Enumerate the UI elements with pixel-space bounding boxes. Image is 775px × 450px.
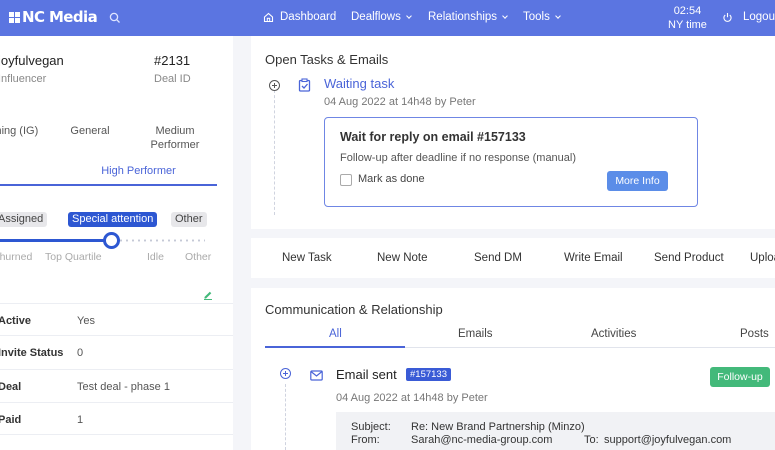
mark-done-checkbox[interactable] bbox=[340, 174, 352, 186]
nav-dealflows[interactable]: Dealflows bbox=[351, 11, 412, 23]
logout-label: Logout bbox=[743, 11, 775, 23]
detail-row-divider bbox=[0, 434, 233, 450]
tab-all[interactable]: All bbox=[329, 328, 342, 340]
detail-row: Paid 1 bbox=[0, 402, 233, 434]
write-email-button[interactable]: Write Email bbox=[564, 252, 623, 264]
home-icon bbox=[263, 12, 274, 22]
detail-row: Active Yes bbox=[0, 303, 233, 335]
open-tasks-title: Open Tasks & Emails bbox=[265, 52, 389, 67]
scale-label-churned: Churned bbox=[0, 251, 33, 263]
scale-label-other: Other bbox=[185, 251, 212, 263]
clock: 02:54 NY time bbox=[668, 4, 707, 32]
profile-role: Influencer bbox=[0, 73, 47, 85]
detail-row: Invite Status 0 bbox=[0, 335, 233, 367]
envelope-icon bbox=[310, 368, 323, 386]
task-meta: 04 Aug 2022 at 14h48 by Peter bbox=[324, 96, 476, 108]
tab-posts[interactable]: Posts bbox=[740, 328, 769, 340]
nav-dashboard[interactable]: Dashboard bbox=[263, 11, 336, 23]
detail-key: Deal bbox=[0, 381, 22, 393]
detail-key: Invite Status bbox=[0, 347, 64, 359]
detail-value: 0 bbox=[77, 347, 84, 359]
follow-up-button[interactable]: Follow-up bbox=[710, 367, 770, 387]
upload-button[interactable]: Upload bbox=[750, 252, 775, 264]
detail-row: Deal Test deal - phase 1 bbox=[0, 369, 233, 401]
logout-button[interactable]: Logout bbox=[722, 11, 775, 23]
send-product-button[interactable]: Send Product bbox=[654, 252, 724, 264]
mark-done-label[interactable]: Mark as done bbox=[358, 173, 425, 185]
nav-relationships-label: Relationships bbox=[428, 11, 498, 23]
email-id-badge[interactable]: #157133 bbox=[406, 368, 451, 381]
detail-value: Yes bbox=[77, 315, 95, 327]
chevron-down-icon bbox=[406, 12, 412, 19]
tab-high-performer-label: High Performer bbox=[101, 165, 176, 177]
subject-label: Subject: bbox=[351, 421, 391, 433]
task-title[interactable]: Waiting task bbox=[324, 76, 394, 91]
task-timeline bbox=[274, 90, 275, 215]
profile-name: joyfulvegan bbox=[0, 53, 64, 68]
status-pill-special-attention[interactable]: Special attention bbox=[68, 212, 158, 227]
top-navbar: NC Media Dashboard Dealflows Relationshi… bbox=[0, 0, 775, 36]
scale-label-idle: Idle bbox=[147, 251, 164, 263]
to-label: To: bbox=[584, 434, 599, 446]
detail-key: Paid bbox=[0, 414, 22, 426]
attribute-performance: Medium Performer bbox=[150, 125, 200, 151]
communication-title: Communication & Relationship bbox=[265, 302, 443, 317]
nav-dashboard-label: Dashboard bbox=[280, 11, 337, 23]
chevron-down-icon bbox=[502, 12, 508, 19]
brand-logo[interactable]: NC Media bbox=[9, 8, 98, 26]
more-info-button[interactable]: More Info bbox=[607, 171, 668, 191]
detail-key: Active bbox=[0, 315, 32, 327]
status-pill-other[interactable]: Other bbox=[171, 212, 207, 227]
nav-dealflows-label: Dealflows bbox=[351, 11, 401, 23]
from-value: Sarah@nc-media-group.com bbox=[411, 434, 553, 446]
slider-handle[interactable] bbox=[103, 232, 120, 249]
clipboard-check-icon bbox=[298, 78, 311, 97]
chevron-down-icon bbox=[555, 12, 561, 19]
tab-high-performer[interactable]: High Performer bbox=[0, 159, 217, 186]
add-circle-icon[interactable] bbox=[269, 80, 280, 91]
task-detail-box: Wait for reply on email #157133 Follow-u… bbox=[324, 117, 698, 207]
new-note-button[interactable]: New Note bbox=[377, 252, 428, 264]
email-title: Email sent bbox=[336, 367, 397, 382]
deal-id: #2131 bbox=[154, 53, 191, 68]
slider-fill bbox=[0, 239, 112, 242]
attribute-platform: Gaming (IG) bbox=[0, 125, 39, 137]
status-pill-assigned[interactable]: Assigned bbox=[0, 212, 48, 227]
new-task-button[interactable]: New Task bbox=[282, 252, 332, 264]
comm-timeline bbox=[285, 384, 286, 450]
task-box-subtitle: Follow-up after deadline if no response … bbox=[340, 152, 577, 164]
nav-tools[interactable]: Tools bbox=[523, 11, 561, 23]
detail-value: Test deal - phase 1 bbox=[77, 381, 170, 393]
nav-relationships[interactable]: Relationships bbox=[428, 11, 508, 23]
tab-activities[interactable]: Activities bbox=[591, 328, 636, 340]
nav-tools-label: Tools bbox=[523, 11, 550, 23]
slider-rest bbox=[112, 239, 205, 242]
clock-time: 02:54 bbox=[673, 5, 702, 17]
email-meta: 04 Aug 2022 at 14h48 by Peter bbox=[336, 392, 488, 404]
power-icon bbox=[723, 12, 732, 22]
task-box-title: Wait for reply on email #157133 bbox=[340, 130, 526, 144]
add-circle-icon[interactable] bbox=[280, 368, 291, 379]
brand-name: NC Media bbox=[22, 8, 98, 26]
attribute-category: General bbox=[70, 125, 110, 137]
detail-value: 1 bbox=[77, 414, 84, 426]
scale-label-top-quartile: Top Quartile bbox=[45, 251, 102, 263]
subject-value: Re: New Brand Partnership (Minzo) bbox=[411, 421, 585, 433]
active-tab-indicator bbox=[265, 346, 405, 348]
to-value: support@joyfulvegan.com bbox=[604, 434, 732, 446]
from-label: From: bbox=[351, 434, 380, 446]
send-dm-button[interactable]: Send DM bbox=[474, 252, 522, 264]
tab-emails[interactable]: Emails bbox=[458, 328, 493, 340]
search-icon[interactable] bbox=[109, 11, 121, 29]
clock-timezone: NY time bbox=[668, 19, 707, 31]
email-preview[interactable]: Subject: Re: New Brand Partnership (Minz… bbox=[336, 412, 775, 450]
deal-id-label: Deal ID bbox=[154, 73, 191, 85]
logo-icon bbox=[9, 11, 20, 23]
profile-panel: joyfulvegan Influencer #2131 Deal ID Gam… bbox=[0, 36, 233, 450]
